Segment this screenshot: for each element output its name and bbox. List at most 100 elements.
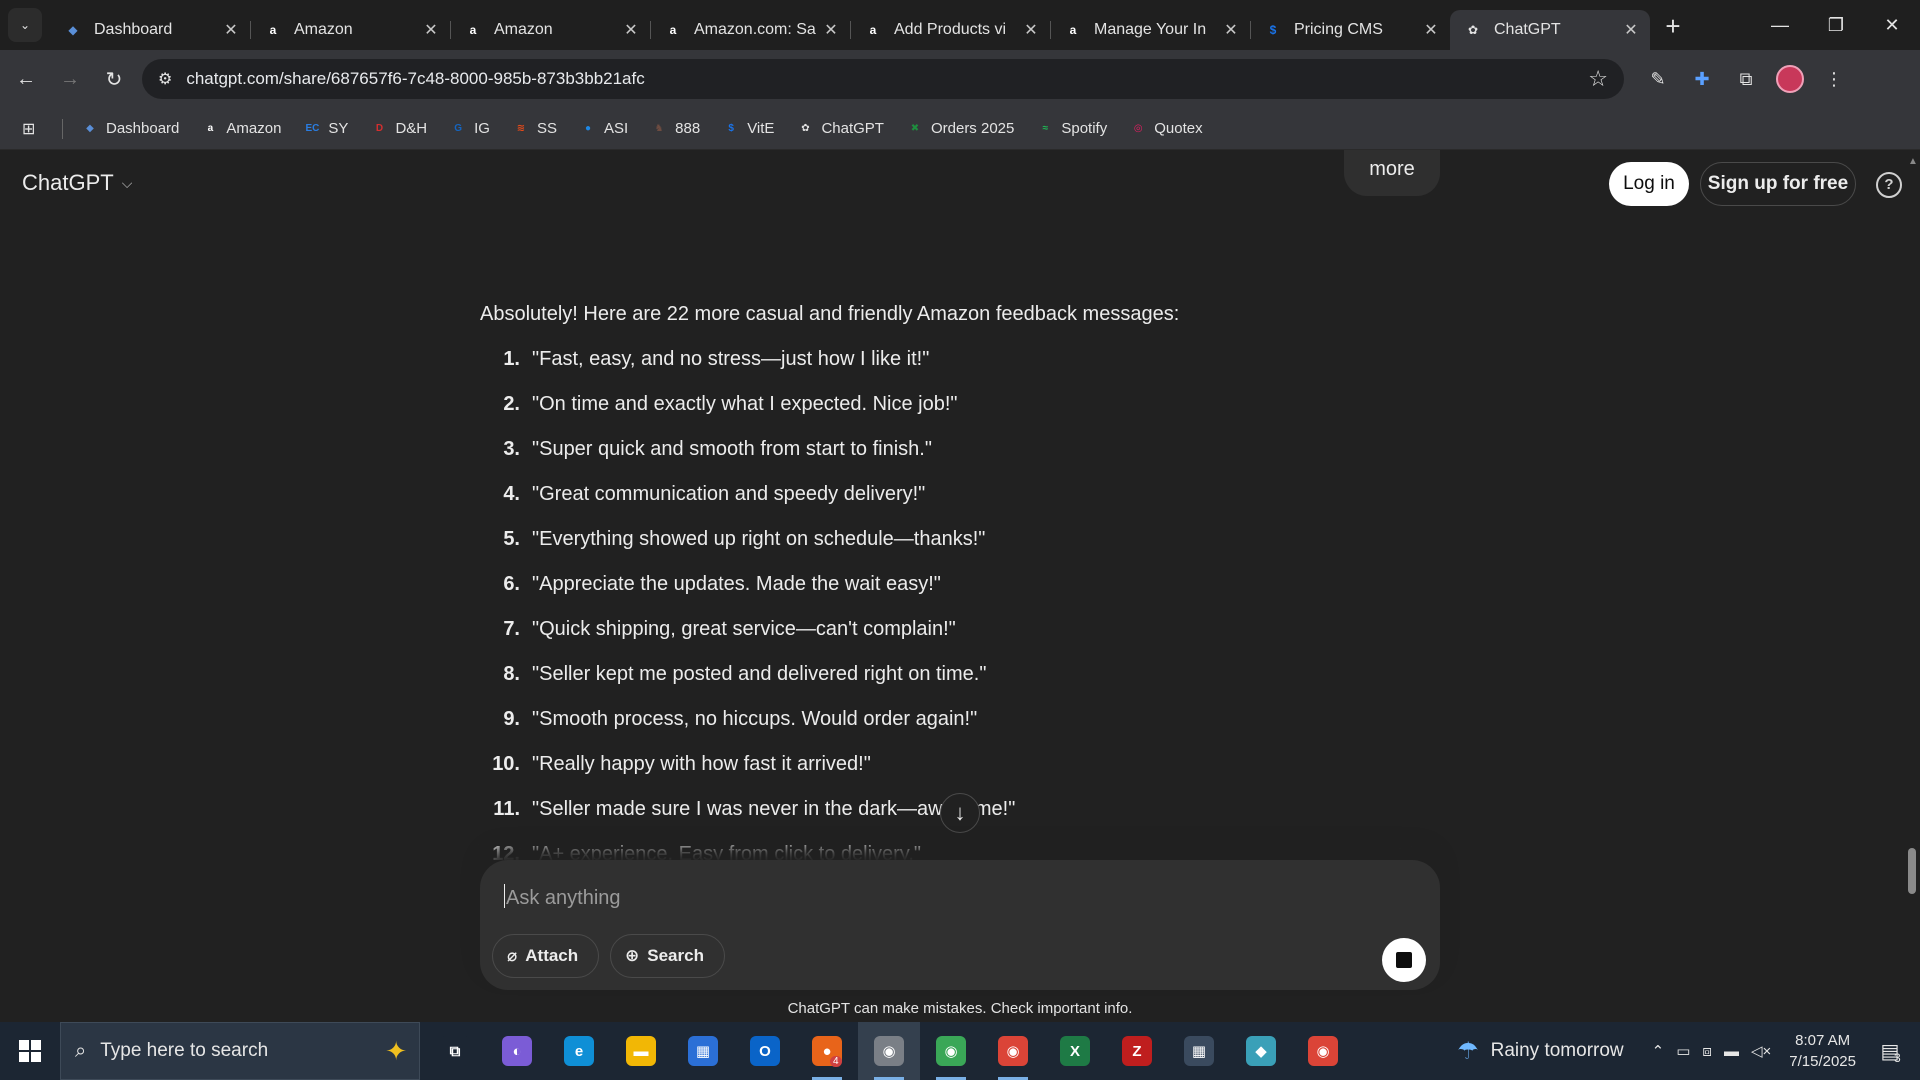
close-icon[interactable]: ✕: [422, 20, 440, 40]
weather-widget[interactable]: ☂ Rainy tomorrow: [1457, 1037, 1624, 1066]
taskbar-app-edge[interactable]: e: [548, 1022, 610, 1080]
tab-7[interactable]: ✿ ChatGPT ✕: [1450, 10, 1650, 50]
taskbar-app-firefox[interactable]: ● 4: [796, 1022, 858, 1080]
close-window-button[interactable]: ✕: [1864, 0, 1920, 50]
clock[interactable]: 8:07 AM 7/15/2025: [1789, 1030, 1856, 1072]
tab-5[interactable]: a Manage Your In ✕: [1050, 10, 1250, 50]
taskbar-search[interactable]: ⌕ Type here to search ✦: [60, 1022, 420, 1080]
signup-button[interactable]: Sign up for free: [1700, 162, 1856, 206]
apps-grid-icon[interactable]: ⊞: [22, 119, 44, 139]
notification-count: 3: [1894, 1050, 1901, 1065]
bookmark-label: Spotify: [1061, 120, 1108, 137]
search-highlight-icon[interactable]: ✦: [385, 1036, 407, 1067]
chevron-up-icon[interactable]: ⌃: [1652, 1042, 1665, 1060]
volume-muted-icon[interactable]: ◁×: [1751, 1042, 1771, 1060]
taskbar-app-chrome-profile-2[interactable]: ◉: [920, 1022, 982, 1080]
list-item: 2. "On time and exactly what I expected. …: [480, 390, 1440, 435]
list-item-number: 10.: [492, 753, 520, 775]
taskbar-apps: ⧉ ◐ e ▬ ▦ O ● 4 ◉ ◉ ◉ X Z ▦ ◆ ◉: [424, 1022, 1354, 1080]
taskbar-app-task-view[interactable]: ⧉: [424, 1022, 486, 1080]
tab-4[interactable]: a Add Products vi ✕: [850, 10, 1050, 50]
scroll-thumb[interactable]: [1908, 848, 1916, 894]
weather-text: Rainy tomorrow: [1490, 1040, 1624, 1061]
scroll-up-arrow-icon[interactable]: ▲: [1908, 156, 1918, 167]
start-button[interactable]: [0, 1022, 60, 1080]
site-settings-icon[interactable]: ⚙: [158, 69, 172, 89]
url-text[interactable]: chatgpt.com/share/687657f6-7c48-8000-985…: [186, 69, 1588, 89]
new-tab-button[interactable]: +: [1656, 10, 1690, 44]
bookmark-8[interactable]: $ VitE: [722, 120, 774, 138]
list-item: 8. "Seller kept me posted and delivered r…: [480, 660, 1440, 705]
tab-0[interactable]: ◆ Dashboard ✕: [50, 10, 250, 50]
close-icon[interactable]: ✕: [1422, 20, 1440, 40]
help-icon[interactable]: ?: [1876, 172, 1902, 198]
bookmark-1[interactable]: a Amazon: [201, 120, 282, 138]
notifications-button[interactable]: ▤ 3: [1870, 1039, 1910, 1065]
bookmark-4[interactable]: G IG: [449, 120, 490, 138]
taskbar-app-calculator[interactable]: ▦: [1168, 1022, 1230, 1080]
search-label: Search: [647, 946, 704, 965]
battery-icon[interactable]: ▬: [1724, 1043, 1739, 1060]
taskbar-app-outlook[interactable]: O: [734, 1022, 796, 1080]
restore-button[interactable]: ❐: [1808, 0, 1864, 50]
close-icon[interactable]: ✕: [622, 20, 640, 40]
login-button[interactable]: Log in: [1609, 162, 1689, 206]
bookmark-7[interactable]: ♞ 888: [650, 120, 701, 138]
list-item-text: "Appreciate the updates. Made the wait e…: [532, 573, 941, 595]
taskbar-app-chrome[interactable]: ◉: [1292, 1022, 1354, 1080]
taskbar-app-copilot[interactable]: ◐: [486, 1022, 548, 1080]
attach-button[interactable]: ⌀ Attach: [492, 934, 600, 978]
tab-search-button[interactable]: ⌄: [8, 8, 42, 42]
dashboard-icon: ◆: [68, 23, 78, 37]
minimize-button[interactable]: —: [1752, 0, 1808, 50]
extension-feather-icon[interactable]: ✎: [1636, 61, 1680, 97]
taskbar-app-file-explorer[interactable]: ▬: [610, 1022, 672, 1080]
scroll-to-bottom-button[interactable]: ↓: [940, 793, 980, 833]
extension-puzzle-blue-icon[interactable]: ✚: [1680, 61, 1724, 97]
bookmark-9[interactable]: ✿ ChatGPT: [796, 120, 884, 138]
address-bar[interactable]: ⚙ chatgpt.com/share/687657f6-7c48-8000-9…: [142, 59, 1624, 99]
taskbar-app-chrome-profile-1[interactable]: ◉: [858, 1022, 920, 1080]
tab-1[interactable]: a Amazon ✕: [250, 10, 450, 50]
bookmark-3[interactable]: D D&H: [370, 120, 427, 138]
bookmark-2[interactable]: EC SY: [303, 120, 348, 138]
tab-6[interactable]: $ Pricing CMS ✕: [1250, 10, 1450, 50]
forward-button[interactable]: →: [52, 61, 88, 97]
bookmark-10[interactable]: ✖ Orders 2025: [906, 120, 1015, 138]
close-icon[interactable]: ✕: [1022, 20, 1040, 40]
close-icon[interactable]: ✕: [822, 20, 840, 40]
model-selector[interactable]: ChatGPT ⌵: [22, 170, 132, 196]
bookmark-label: D&H: [395, 120, 428, 137]
menu-icon[interactable]: ⋮: [1812, 61, 1856, 97]
tab-3[interactable]: a Amazon.com: Sa ✕: [650, 10, 850, 50]
search-button[interactable]: ⊕ Search: [610, 934, 725, 978]
tab-2[interactable]: a Amazon ✕: [450, 10, 650, 50]
prompt-input[interactable]: Ask anything: [504, 884, 621, 910]
meet-now-icon[interactable]: ⧈: [1702, 1043, 1712, 1060]
taskbar-app-filezilla[interactable]: Z: [1106, 1022, 1168, 1080]
back-button[interactable]: ←: [8, 61, 44, 97]
bookmark-12[interactable]: ◎ Quotex: [1129, 120, 1203, 138]
chatgpt-icon: ✿: [1467, 23, 1479, 37]
taskbar-app-excel[interactable]: X: [1044, 1022, 1106, 1080]
close-icon[interactable]: ✕: [222, 20, 240, 40]
bookmark-5[interactable]: ≋ SS: [512, 120, 557, 138]
more-button[interactable]: more: [1344, 150, 1440, 196]
display-icon[interactable]: ▭: [1676, 1042, 1690, 1060]
close-icon[interactable]: ✕: [1622, 20, 1640, 40]
taskbar-app-app-diamond[interactable]: ◆: [1230, 1022, 1292, 1080]
close-icon[interactable]: ✕: [1222, 20, 1240, 40]
reload-button[interactable]: ↻: [96, 61, 132, 97]
bookmark-11[interactable]: ≈ Spotify: [1036, 120, 1108, 138]
list-item-number: 3.: [503, 438, 520, 460]
profile-avatar[interactable]: [1776, 65, 1804, 93]
bookmark-6[interactable]: ● ASI: [579, 120, 628, 138]
taskbar-app-microsoft-store[interactable]: ▦: [672, 1022, 734, 1080]
extensions-icon[interactable]: ⧉: [1724, 61, 1768, 97]
page-scrollbar[interactable]: ▲: [1904, 150, 1920, 1022]
bookmark-star-icon[interactable]: ☆: [1588, 66, 1608, 92]
bookmark-0[interactable]: ◆ Dashboard: [81, 120, 179, 138]
list-item-text: "Super quick and smooth from start to fi…: [532, 438, 932, 460]
stop-button[interactable]: [1382, 938, 1426, 982]
taskbar-app-chrome-profile-3[interactable]: ◉: [982, 1022, 1044, 1080]
